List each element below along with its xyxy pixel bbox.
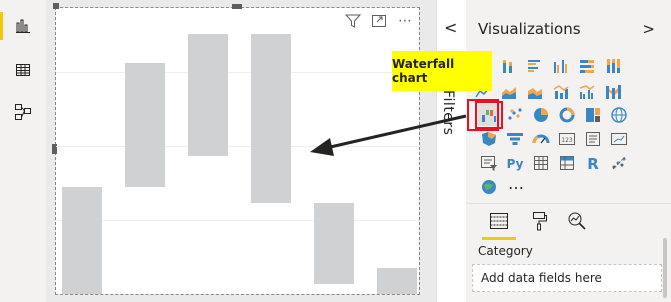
treemap-icon[interactable] — [582, 104, 604, 126]
more-visuals-icon[interactable]: … — [508, 174, 524, 193]
model-view-button[interactable] — [0, 92, 46, 132]
data-view-button[interactable] — [0, 50, 46, 90]
analytics-tab-icon[interactable] — [566, 210, 588, 232]
map-icon[interactable] — [608, 104, 630, 126]
expand-chevron-icon[interactable]: > — [642, 20, 655, 38]
funnel-icon[interactable] — [504, 128, 526, 150]
waterfall-chart-icon[interactable] — [475, 101, 503, 129]
more-options-icon[interactable]: ⋯ — [395, 12, 415, 30]
waterfall-bar[interactable] — [377, 268, 417, 294]
100-stacked-column-chart-icon[interactable] — [602, 55, 624, 77]
category-field-label: Category — [478, 244, 533, 258]
left-view-rail — [0, 0, 47, 302]
card-icon[interactable]: 123 — [556, 128, 578, 150]
visual-header-toolbar: ⋯ — [343, 12, 415, 30]
filters-pane: < Filters — [436, 0, 467, 302]
pane-scrollbar[interactable] — [663, 238, 667, 298]
waterfall-visual[interactable]: ⋯ — [52, 3, 420, 295]
gridline — [56, 220, 419, 221]
ribbon-chart-icon[interactable] — [602, 81, 624, 103]
format-tab-icon[interactable] — [528, 210, 550, 232]
gridline — [56, 146, 419, 147]
waterfall-bar[interactable] — [62, 187, 102, 294]
donut-chart-icon[interactable] — [556, 104, 578, 126]
100-stacked-bar-chart-icon[interactable] — [576, 55, 598, 77]
pane-tabs — [466, 203, 671, 240]
slicer-icon[interactable] — [478, 152, 500, 174]
power-bi-report-view: ⋯ < Filters Visualizations > 123 Py R … … — [0, 0, 671, 302]
python-visual-icon[interactable]: Py — [504, 152, 526, 174]
resize-handle-top-left[interactable] — [53, 3, 59, 9]
stacked-column-chart-icon[interactable] — [498, 55, 520, 77]
kpi-icon[interactable] — [608, 128, 630, 150]
model-view-icon — [15, 104, 31, 120]
key-influencers-icon[interactable] — [608, 152, 630, 174]
waterfall-bar[interactable] — [125, 62, 165, 188]
r-script-visual-icon[interactable]: R — [582, 152, 604, 174]
visualizations-pane: Visualizations > 123 Py R … Category Add… — [466, 0, 671, 302]
clustered-bar-chart-icon[interactable] — [524, 55, 546, 77]
line-and-clustered-column-chart-icon[interactable] — [576, 81, 598, 103]
waterfall-bar[interactable] — [188, 34, 228, 157]
waterfall-bar[interactable] — [314, 203, 354, 284]
focus-mode-icon[interactable] — [369, 12, 389, 30]
area-chart-icon[interactable] — [498, 81, 520, 103]
waterfall-bar[interactable] — [251, 34, 291, 203]
matrix-icon[interactable] — [556, 152, 578, 174]
report-view-icon — [16, 19, 30, 33]
line-and-stacked-column-chart-icon[interactable] — [550, 81, 572, 103]
resize-handle-top[interactable] — [232, 4, 242, 9]
svg-text:R: R — [587, 155, 599, 172]
collapse-chevron-icon[interactable]: < — [444, 18, 457, 37]
active-tab-indicator — [482, 237, 516, 240]
pie-chart-icon[interactable] — [530, 104, 552, 126]
table-icon[interactable] — [530, 152, 552, 174]
filter-icon[interactable] — [343, 12, 363, 30]
filters-pane-label[interactable]: Filters — [440, 90, 456, 135]
filled-map-icon[interactable] — [478, 128, 500, 150]
category-drop-well[interactable]: Add data fields here — [472, 264, 662, 292]
fields-tab-icon[interactable] — [488, 210, 510, 232]
visualizations-pane-title: Visualizations — [478, 20, 581, 38]
drop-well-placeholder: Add data fields here — [481, 271, 602, 285]
svg-text:Py: Py — [507, 157, 524, 171]
report-canvas[interactable]: ⋯ — [46, 0, 436, 302]
gridline — [56, 72, 419, 73]
scatter-chart-icon[interactable] — [504, 104, 526, 126]
gauge-icon[interactable] — [530, 128, 552, 150]
clustered-column-chart-icon[interactable] — [550, 55, 572, 77]
data-view-icon — [16, 64, 30, 76]
stacked-area-chart-icon[interactable] — [524, 81, 546, 103]
arcgis-map-icon[interactable] — [478, 176, 500, 198]
multi-row-card-icon[interactable] — [582, 128, 604, 150]
waterfall-chart-callout: Waterfall chart — [392, 51, 492, 91]
report-view-button[interactable] — [0, 6, 46, 46]
svg-text:123: 123 — [561, 137, 573, 144]
